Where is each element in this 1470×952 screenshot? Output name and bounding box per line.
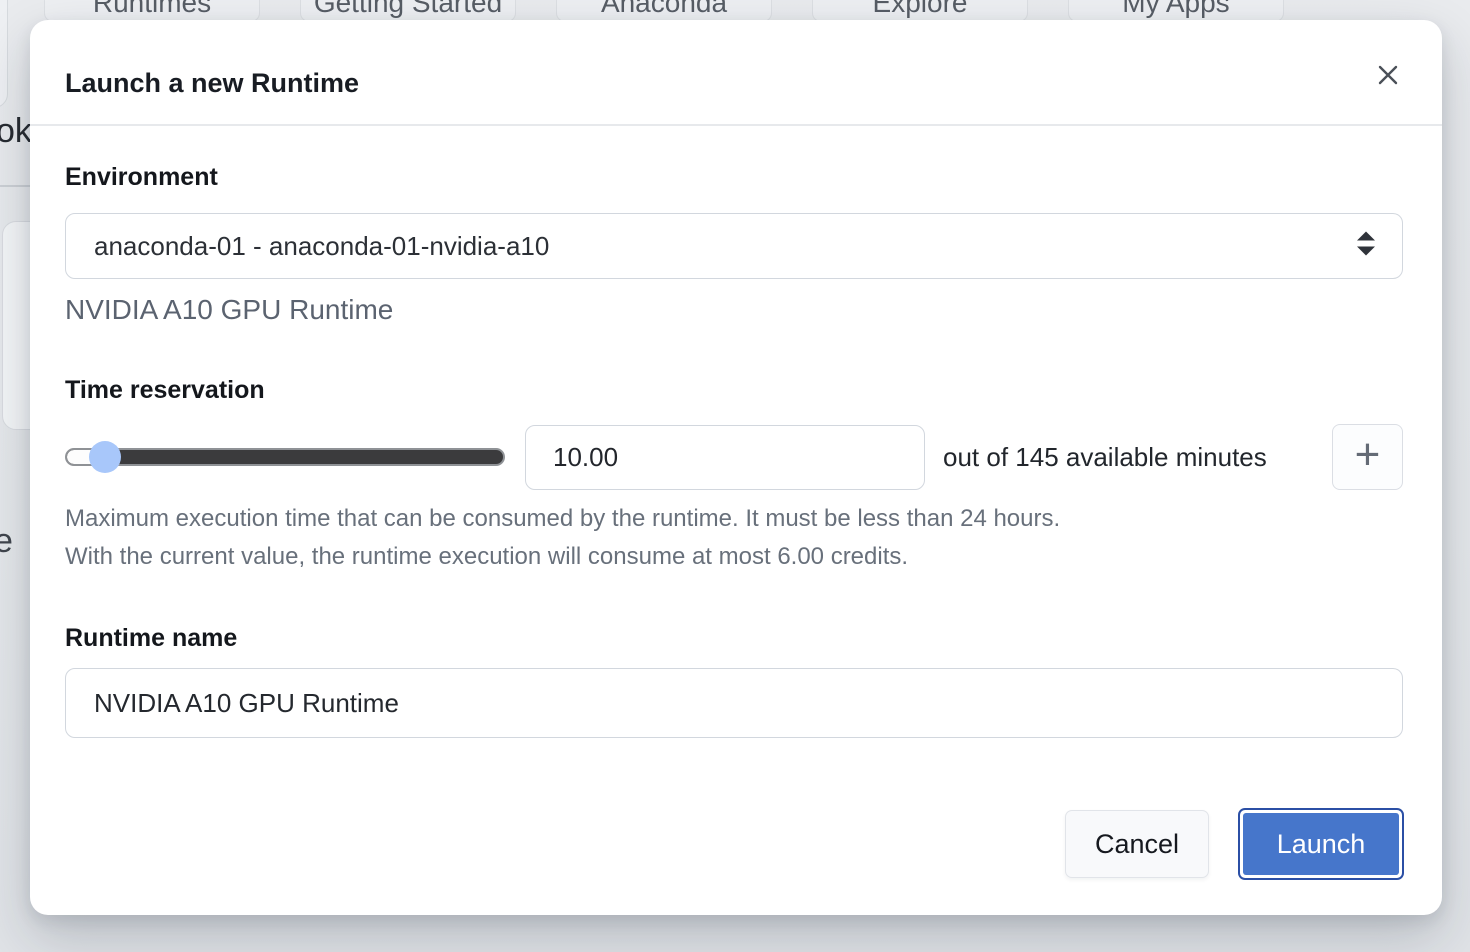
time-help-line-2: With the current value, the runtime exec… — [65, 543, 908, 571]
tab-runtimes[interactable]: Runtimes — [44, 0, 260, 22]
tab-getting-started[interactable]: Getting Started — [300, 0, 516, 22]
tab-explore[interactable]: Explore — [812, 0, 1028, 22]
tab-label: Anaconda — [601, 0, 727, 19]
tab-label: My Apps — [1122, 0, 1229, 19]
tab-label: Explore — [873, 0, 968, 19]
background-panel-edge — [0, 0, 8, 108]
time-reservation-label: Time reservation — [65, 376, 265, 405]
time-value-input[interactable] — [525, 425, 925, 490]
cancel-button[interactable]: Cancel — [1065, 810, 1209, 878]
time-slider[interactable] — [65, 428, 505, 486]
add-time-button[interactable]: + — [1332, 424, 1403, 490]
select-updown-icon — [1354, 230, 1378, 263]
launch-runtime-modal: Launch a new Runtime Environment anacond… — [30, 20, 1442, 915]
environment-select[interactable]: anaconda-01 - anaconda-01-nvidia-a10 — [65, 213, 1403, 279]
tab-anaconda[interactable]: Anaconda — [556, 0, 772, 22]
modal-title: Launch a new Runtime — [65, 68, 359, 99]
slider-thumb[interactable] — [89, 441, 121, 473]
launch-button[interactable]: Launch — [1238, 808, 1404, 880]
header-divider — [30, 124, 1442, 126]
background-partial-text: ok — [0, 112, 32, 151]
plus-icon: + — [1355, 433, 1381, 477]
slider-track[interactable] — [65, 448, 505, 466]
runtime-name-label: Runtime name — [65, 624, 237, 653]
environment-selected-option: anaconda-01 - anaconda-01-nvidia-a10 — [94, 231, 549, 262]
available-minutes-text: out of 145 available minutes — [943, 425, 1267, 490]
tab-label: Getting Started — [314, 0, 502, 19]
tab-label: Runtimes — [93, 0, 211, 19]
launch-button-label: Launch — [1277, 829, 1366, 860]
close-icon — [1376, 63, 1400, 87]
page-root: Runtimes Getting Started Anaconda Explor… — [0, 0, 1470, 952]
cancel-button-label: Cancel — [1095, 829, 1179, 860]
launch-button-fill: Launch — [1243, 813, 1399, 875]
runtime-name-input[interactable] — [65, 668, 1403, 738]
time-help-line-1: Maximum execution time that can be consu… — [65, 505, 1060, 533]
close-button[interactable] — [1368, 55, 1408, 95]
tab-my-apps[interactable]: My Apps — [1068, 0, 1284, 22]
environment-label: Environment — [65, 163, 218, 192]
environment-description: NVIDIA A10 GPU Runtime — [65, 294, 393, 326]
background-partial-text: e — [0, 522, 13, 561]
